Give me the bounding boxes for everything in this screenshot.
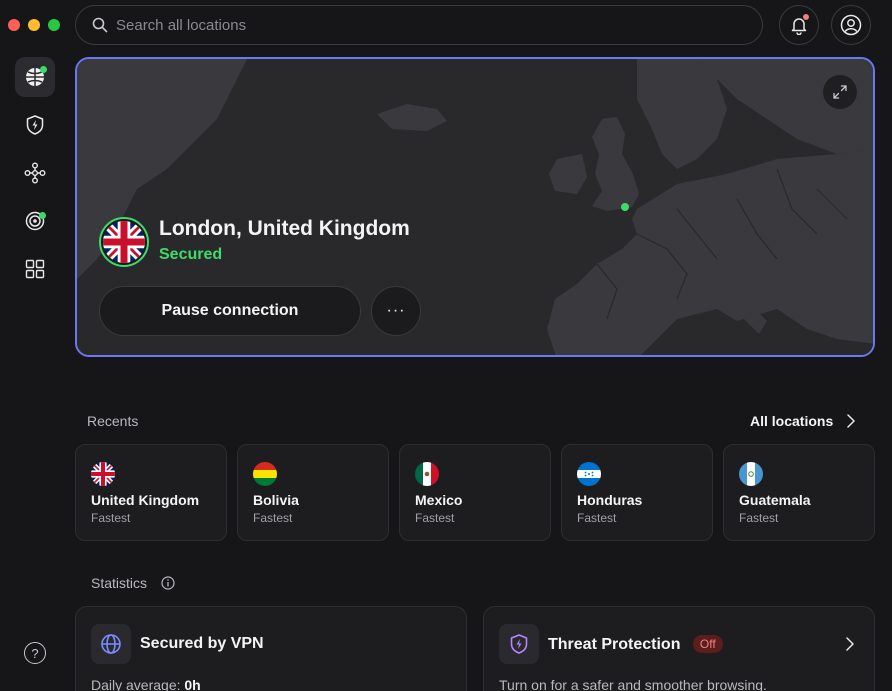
connection-map[interactable]: London, United Kingdom Secured Pause con… xyxy=(75,57,875,357)
connected-location: London, United Kingdom xyxy=(159,217,410,240)
recent-location-card[interactable]: United Kingdom Fastest xyxy=(75,444,227,541)
sidebar-item-dark-web-monitor[interactable] xyxy=(15,201,55,241)
sidebar-item-meshnet[interactable] xyxy=(15,153,55,193)
server-location-dot xyxy=(621,203,629,211)
vpn-daily-average: Daily average: 0h xyxy=(91,677,201,691)
shield-bolt-icon xyxy=(26,115,44,135)
ellipsis-icon: ··· xyxy=(386,302,406,319)
threat-protection-label: Threat Protection xyxy=(548,636,681,653)
more-options-button[interactable]: ··· xyxy=(371,286,421,336)
daily-average-value: 0h xyxy=(184,677,201,691)
pause-connection-button[interactable]: Pause connection xyxy=(99,286,361,336)
account-icon xyxy=(840,14,862,36)
guatemala-flag-icon xyxy=(739,462,763,486)
notification-dot xyxy=(802,13,810,21)
zoom-window-button[interactable] xyxy=(48,19,60,31)
connection-status: Secured xyxy=(159,246,223,263)
info-icon[interactable] xyxy=(161,576,175,590)
uk-flag-icon xyxy=(91,462,115,486)
threat-protection-description: Turn on for a safer and smoother browsin… xyxy=(499,677,767,691)
status-badge: Off xyxy=(692,635,723,653)
help-icon: ? xyxy=(31,645,39,661)
grid-icon xyxy=(25,259,45,279)
statistics-title: Statistics xyxy=(91,575,148,591)
connected-country-flag xyxy=(99,217,149,267)
recent-country-name: Guatemala xyxy=(739,492,811,508)
all-locations-label: All locations xyxy=(750,413,834,429)
expand-map-button[interactable] xyxy=(823,75,857,109)
all-locations-link[interactable]: All locations xyxy=(750,413,855,429)
sidebar-item-vpn[interactable] xyxy=(15,57,55,97)
shield-bolt-icon xyxy=(510,634,528,654)
status-dot xyxy=(39,212,46,219)
statistics-heading: Statistics xyxy=(91,575,175,591)
recent-connection-mode: Fastest xyxy=(91,511,131,525)
recent-location-card[interactable]: Guatemala Fastest xyxy=(723,444,875,541)
sidebar-item-threat-protection[interactable] xyxy=(15,105,55,145)
chevron-right-icon[interactable] xyxy=(846,637,854,651)
mexico-flag-icon xyxy=(415,462,439,486)
close-window-button[interactable] xyxy=(8,19,20,31)
recents-heading: Recents xyxy=(87,413,139,429)
search-bar[interactable] xyxy=(75,5,763,45)
minimize-window-button[interactable] xyxy=(28,19,40,31)
vpn-stats-card[interactable]: Secured by VPN Daily average: 0h xyxy=(75,606,467,691)
recent-country-name: Mexico xyxy=(415,492,463,508)
threat-stat-icon-box xyxy=(499,624,539,664)
globe-icon xyxy=(101,634,121,654)
sidebar-item-apps[interactable] xyxy=(15,249,55,289)
recent-location-card[interactable]: Honduras Fastest xyxy=(561,444,713,541)
window-controls xyxy=(8,19,60,31)
bolivia-flag-icon xyxy=(253,462,277,486)
search-input[interactable] xyxy=(116,16,716,34)
account-button[interactable] xyxy=(831,5,871,45)
honduras-flag-icon xyxy=(577,462,601,486)
vpn-stats-title: Secured by VPN xyxy=(140,635,264,652)
recent-connection-mode: Fastest xyxy=(415,511,455,525)
recent-country-name: Honduras xyxy=(577,492,643,508)
threat-protection-card[interactable]: Threat Protection Off Turn on for a safe… xyxy=(483,606,875,691)
uk-flag-icon xyxy=(103,221,145,263)
vpn-stat-icon-box xyxy=(91,624,131,664)
help-button[interactable]: ? xyxy=(24,642,46,664)
recent-location-card[interactable]: Bolivia Fastest xyxy=(237,444,389,541)
recent-connection-mode: Fastest xyxy=(577,511,617,525)
recent-connection-mode: Fastest xyxy=(739,511,779,525)
threat-protection-title: Threat Protection Off xyxy=(548,635,723,654)
recent-connection-mode: Fastest xyxy=(253,511,293,525)
recent-location-card[interactable]: Mexico Fastest xyxy=(399,444,551,541)
notifications-button[interactable] xyxy=(779,5,819,45)
recent-country-name: Bolivia xyxy=(253,492,299,508)
connected-dot xyxy=(40,66,47,73)
daily-average-label: Daily average: xyxy=(91,677,181,691)
expand-icon xyxy=(833,85,847,99)
mesh-network-icon xyxy=(24,162,46,184)
recent-country-name: United Kingdom xyxy=(91,492,200,508)
search-icon xyxy=(92,17,108,33)
chevron-right-icon xyxy=(847,414,855,428)
